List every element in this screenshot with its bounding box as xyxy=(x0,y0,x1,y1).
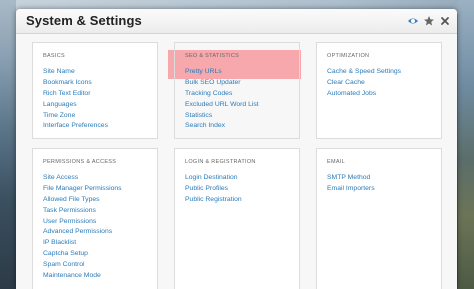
close-icon[interactable] xyxy=(439,15,451,27)
link-email-importers[interactable]: Email Importers xyxy=(327,184,375,195)
panel-optimization: OPTIMIZATION Cache & Speed Settings Clea… xyxy=(316,42,442,139)
panel-basics: BASICS Site Name Bookmark Icons Rich Tex… xyxy=(32,42,158,139)
link-list: Site Name Bookmark Icons Rich Text Edito… xyxy=(43,64,108,129)
link-public-registration[interactable]: Public Registration xyxy=(185,195,242,206)
window-title: System & Settings xyxy=(26,13,142,28)
panel-seo-statistics: SEO & STATISTICS Pretty URLs Bulk SEO Up… xyxy=(174,42,300,139)
link-list: Pretty URLs Bulk SEO Updater Tracking Co… xyxy=(185,64,259,129)
panel-title: SEO & STATISTICS xyxy=(185,53,240,59)
settings-window: System & Settings BASICS Site Name Bookm… xyxy=(16,9,457,289)
link-list: Site Access File Manager Permissions All… xyxy=(43,170,122,279)
link-search-index[interactable]: Search Index xyxy=(185,121,225,132)
panel-title: PERMISSIONS & ACCESS xyxy=(43,159,117,165)
panel-login-registration: LOGIN & REGISTRATION Login Destination P… xyxy=(174,148,300,289)
link-interface-preferences[interactable]: Interface Preferences xyxy=(43,121,108,132)
title-icons xyxy=(407,14,451,28)
link-list: Login Destination Public Profiles Public… xyxy=(185,170,242,203)
link-maintenance-mode[interactable]: Maintenance Mode xyxy=(43,271,101,282)
desktop-background-left xyxy=(0,0,16,289)
settings-content: BASICS Site Name Bookmark Icons Rich Tex… xyxy=(16,34,457,289)
panel-title: BASICS xyxy=(43,53,65,59)
panel-email: EMAIL SMTP Method Email Importers xyxy=(316,148,442,289)
link-list: Cache & Speed Settings Clear Cache Autom… xyxy=(327,64,401,97)
watch-icon[interactable] xyxy=(407,15,419,27)
star-icon[interactable] xyxy=(423,15,435,27)
panel-permissions-access: PERMISSIONS & ACCESS Site Access File Ma… xyxy=(32,148,158,289)
window-titlebar: System & Settings xyxy=(16,9,457,34)
desktop-background-right xyxy=(458,0,474,289)
link-list: SMTP Method Email Importers xyxy=(327,170,375,192)
panel-title: OPTIMIZATION xyxy=(327,53,370,59)
panel-title: EMAIL xyxy=(327,159,346,165)
panel-title: LOGIN & REGISTRATION xyxy=(185,159,256,165)
link-automated-jobs[interactable]: Automated Jobs xyxy=(327,89,376,100)
